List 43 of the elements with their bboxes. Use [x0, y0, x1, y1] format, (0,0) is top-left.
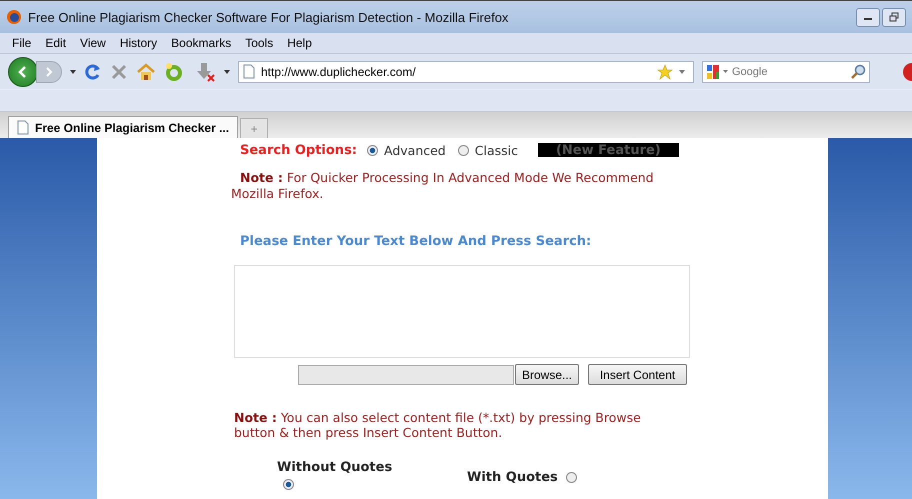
note-text: Note : For Quicker Processing In Advanced Mode We Recommend Mozilla Firefox.: [231, 170, 655, 202]
radio-button[interactable]: [283, 479, 294, 490]
dropdown-caret-icon[interactable]: [679, 70, 685, 74]
menu-item[interactable]: View: [80, 36, 106, 50]
option-label: With Quotes: [467, 470, 558, 485]
search-bar[interactable]: Google: [702, 60, 870, 82]
browse-button[interactable]: Browse...: [515, 364, 580, 385]
radio-button[interactable]: [566, 472, 577, 483]
note-text: Note : You can also select content file (*.txt) by pressing Browse button & then press Insert Content Button.: [234, 410, 642, 440]
option-label: Without Quotes: [277, 460, 392, 475]
back-button[interactable]: [8, 56, 38, 86]
menu-item[interactable]: Edit: [45, 36, 66, 50]
search-engine-icon[interactable]: [706, 64, 730, 80]
menu-item[interactable]: Bookmarks: [171, 36, 232, 50]
page-icon: [17, 120, 29, 135]
instruction-heading: Please Enter Your Text Below And Press Search:: [240, 234, 592, 249]
browser-tab[interactable]: Free Online Plagiarism Checker ...: [8, 116, 238, 138]
reload-icon[interactable]: [84, 62, 102, 80]
file-path-field[interactable]: [298, 364, 514, 384]
dropdown-caret-icon[interactable]: [70, 70, 76, 74]
page-icon: [243, 64, 255, 79]
home-icon[interactable]: [136, 62, 156, 80]
radio-button[interactable]: [458, 144, 469, 156]
address-field[interactable]: http://www.duplichecker.com/: [238, 60, 694, 82]
dropdown-caret-icon[interactable]: [224, 70, 230, 74]
menu-item[interactable]: Help: [287, 36, 312, 50]
window-title: Free Online Plagiarism Checker Software For Plagiarism Detection - Mozilla Firefox: [28, 10, 508, 24]
minimize-button[interactable]: [856, 8, 880, 26]
insert-content-button[interactable]: Insert Content: [588, 364, 688, 385]
menu-item[interactable]: History: [120, 36, 158, 50]
text-input-area[interactable]: [234, 265, 690, 358]
star-icon[interactable]: [657, 64, 673, 80]
new-feature-badge: (New Feature): [538, 143, 679, 157]
option-label: Advanced: [384, 142, 446, 158]
option-label: Classic: [474, 142, 518, 158]
restore-button[interactable]: [882, 8, 906, 26]
restore-icon: [889, 12, 899, 22]
search-icon[interactable]: [850, 64, 866, 80]
menu-item[interactable]: Tools: [245, 36, 274, 50]
radio-button[interactable]: [367, 144, 378, 156]
menu-item[interactable]: File: [12, 36, 32, 50]
download-icon[interactable]: [194, 62, 216, 82]
search-options-label: Search Options:: [240, 142, 357, 158]
